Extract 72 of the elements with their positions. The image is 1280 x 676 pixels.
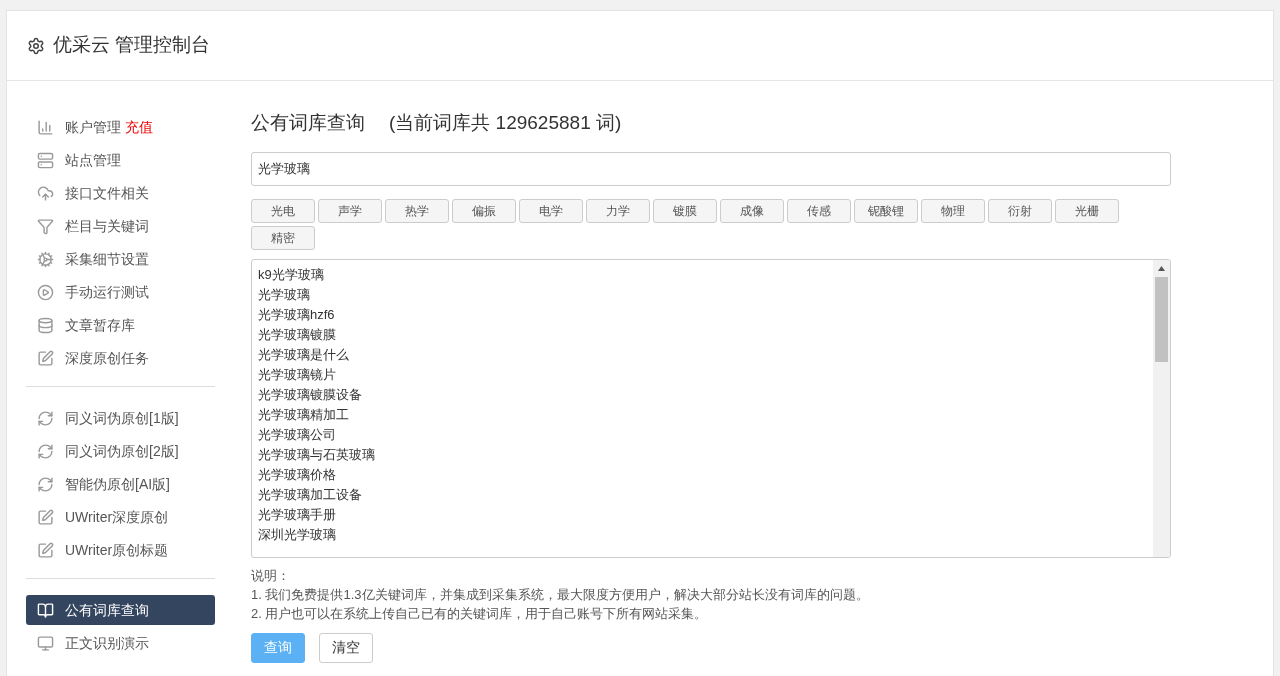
result-word[interactable]: 深圳光学玻璃 [258, 524, 1153, 545]
keyword-tag[interactable]: 传感 [787, 198, 851, 223]
result-word[interactable]: k9光学玻璃 [258, 264, 1153, 285]
edit-icon [37, 508, 54, 526]
scrollbar[interactable] [1153, 259, 1170, 557]
settings-icon [27, 36, 45, 55]
search-field[interactable]: 光学玻璃 [251, 151, 1171, 186]
bar-chart-icon [37, 118, 54, 136]
keyword-tag[interactable]: 热学 [385, 198, 449, 223]
refresh-icon [37, 475, 54, 493]
result-word[interactable]: 光学玻璃镀膜 [258, 324, 1153, 345]
results-list[interactable]: k9光学玻璃 光学玻璃 光学玻璃hzf6 光学玻璃镀膜 光学玻璃是什么 光学玻璃镜片 光学玻璃镀膜设备 光学玻璃精加工 光学玻璃公司 光学玻璃与石英玻璃 光学玻璃价格 光学玻璃加工设备 光学玻璃手册 深圳光学玻璃 [251, 258, 1171, 558]
refresh-icon [37, 409, 54, 427]
sidebar-item[interactable]: 智能伪原创[AI版] [26, 469, 215, 499]
keyword-tag[interactable]: 电学 [519, 198, 583, 223]
sidebar-item[interactable]: 同义词伪原创[2版] [26, 436, 215, 466]
result-word[interactable]: 光学玻璃公司 [258, 424, 1153, 445]
console-title: 优采云 管理控制台 [53, 33, 211, 58]
keyword-tag[interactable]: 偏振 [452, 198, 516, 223]
result-word[interactable]: 光学玻璃 [258, 284, 1153, 305]
gears-icon [37, 250, 54, 268]
word-count: (当前词库共 129625881 词) [389, 111, 622, 135]
sidebar-item[interactable]: UWriter深度原创 [26, 502, 215, 532]
page-title: 公有词库查询 [251, 111, 365, 135]
sidebar-item[interactable]: 正文识别演示 [26, 628, 215, 658]
note-text: 2. 用户也可以在系统上传自己已有的关键词库，用于自己账号下所有网站采集。 [251, 604, 709, 623]
result-word[interactable]: 光学玻璃价格 [258, 464, 1153, 485]
keyword-tag[interactable]: 物理 [921, 198, 985, 223]
sidebar-item[interactable]: 采集细节设置 [26, 244, 215, 274]
result-word[interactable]: 光学玻璃镀膜设备 [258, 384, 1153, 405]
clear-button[interactable]: 清空 [319, 632, 373, 663]
sidebar-item[interactable]: 同义词伪原创[1版] [26, 403, 215, 433]
keyword-tag[interactable]: 声学 [318, 198, 382, 223]
database-icon [37, 316, 54, 334]
result-word[interactable]: 光学玻璃镜片 [258, 364, 1153, 385]
play-icon [37, 283, 54, 301]
sidebar-item[interactable]: UWriter原创标题 [26, 535, 215, 565]
result-word[interactable]: 光学玻璃手册 [258, 504, 1153, 525]
result-word[interactable]: 光学玻璃与石英玻璃 [258, 444, 1153, 465]
server-icon [37, 151, 54, 169]
sidebar-item[interactable]: 接口文件相关 [26, 178, 215, 208]
book-icon [37, 601, 54, 619]
sidebar-item[interactable]: 文章暂存库 [26, 310, 215, 340]
keyword-tag[interactable]: 光栅 [1055, 198, 1119, 223]
keyword-tag[interactable]: 镀膜 [653, 198, 717, 223]
notes-heading: 说明： [251, 566, 291, 585]
sidebar-item[interactable]: 手动运行测试 [26, 277, 215, 307]
edit-icon [37, 349, 54, 367]
sidebar-item[interactable]: 站点管理 [26, 145, 215, 175]
result-word[interactable]: 光学玻璃精加工 [258, 404, 1153, 425]
keyword-tag[interactable]: 衍射 [988, 198, 1052, 223]
edit-icon [37, 541, 54, 559]
filter-icon [37, 217, 54, 235]
keyword-tag[interactable]: 力学 [586, 198, 650, 223]
sidebar-item[interactable]: 栏目与关键词 [26, 211, 215, 241]
sidebar-item[interactable]: 账户管理 充值 [26, 112, 215, 142]
monitor-icon [37, 634, 54, 652]
keyword-tag[interactable]: 光电 [251, 198, 315, 223]
refresh-icon [37, 442, 54, 460]
keyword-tag[interactable]: 铌酸锂 [854, 198, 918, 223]
result-word[interactable]: 光学玻璃是什么 [258, 344, 1153, 365]
keyword-tag[interactable]: 成像 [720, 198, 784, 223]
scrollbar-thumb[interactable] [1155, 276, 1168, 362]
keyword-tag[interactable]: 精密 [251, 225, 315, 250]
recharge-link[interactable]: 充值 [125, 116, 153, 138]
cloud-upload-icon [37, 184, 54, 202]
sidebar-item[interactable]: 公有词库查询 [26, 595, 215, 625]
result-word[interactable]: 光学玻璃加工设备 [258, 484, 1153, 505]
note-text: 1. 我们免费提供1.3亿关键词库，并集成到采集系统，最大限度方便用户，解决大部分站长没有词库的问题。 [251, 585, 870, 604]
sidebar-item[interactable]: 深度原创任务 [26, 343, 215, 373]
result-word[interactable]: 光学玻璃hzf6 [258, 304, 1153, 325]
scroll-up-icon[interactable] [1158, 265, 1165, 271]
